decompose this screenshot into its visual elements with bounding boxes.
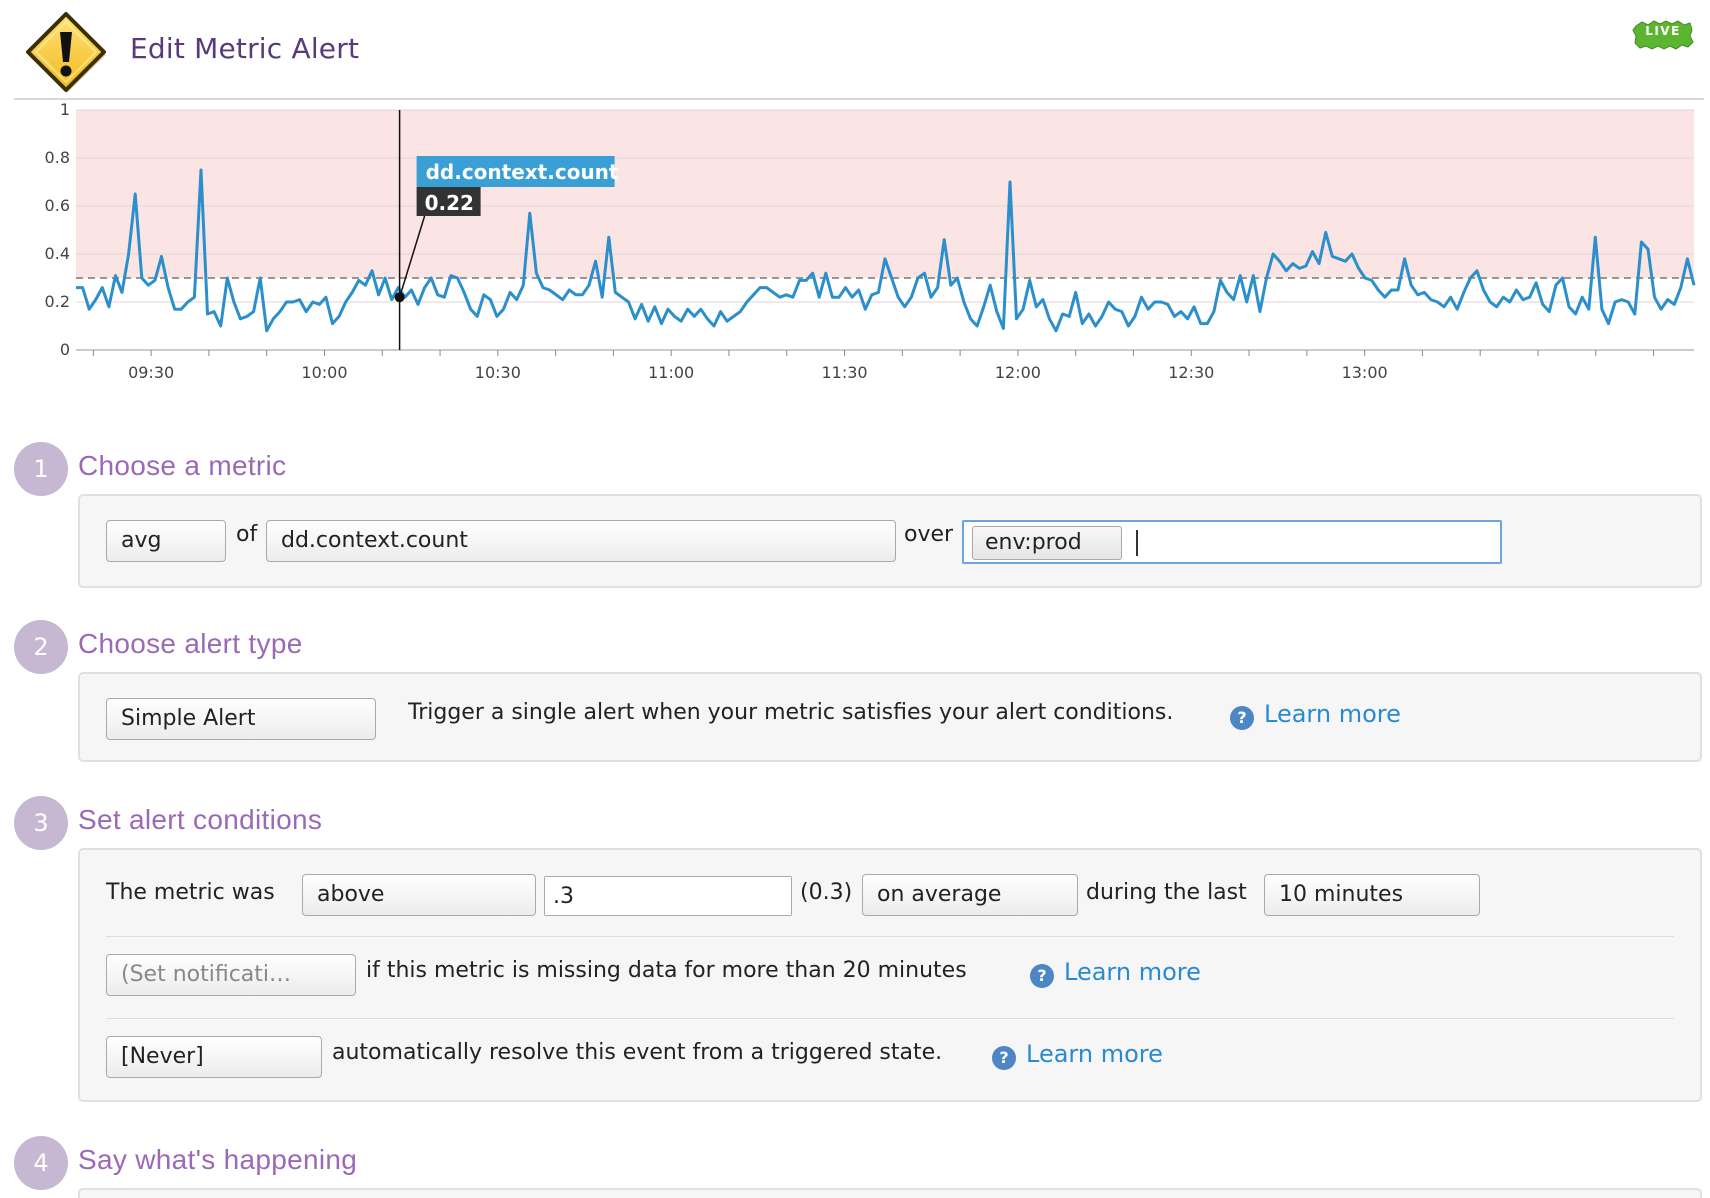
metric-chart[interactable]: 0 0.2 0.4 0.6 0.8 1 09:30 10:00 10:30 11:00 11:30 1… (0, 100, 1710, 410)
message-panel (78, 1188, 1702, 1198)
step-3-title: Set alert conditions (78, 804, 323, 835)
y-tick-label: 0.2 (45, 292, 70, 311)
alert-type-select[interactable]: Simple Alert (106, 698, 376, 740)
step-4-badge: 4 (14, 1136, 68, 1190)
metric-panel: avg of dd.context.count over env:prod (78, 494, 1702, 588)
comparator-select[interactable]: above (302, 874, 536, 916)
y-tick-label: 0.6 (45, 196, 70, 215)
metric-name-select[interactable]: dd.context.count (266, 520, 896, 562)
x-tick-label: 12:00 (995, 363, 1041, 382)
y-tick-label: 0.8 (45, 148, 70, 167)
step-4-title: Say what's happening (78, 1144, 358, 1175)
question-circle-icon[interactable]: ? (992, 1046, 1016, 1070)
auto-resolve-select[interactable]: [Never] (106, 1036, 322, 1078)
hover-series-label: dd.context.count (426, 160, 619, 184)
x-tick-label: 11:00 (648, 363, 694, 382)
x-tick-label: 12:30 (1168, 363, 1214, 382)
auto-resolve-learn-more-link[interactable]: Learn more (1026, 1040, 1163, 1068)
step-1-title: Choose a metric (78, 450, 287, 481)
step-2-title: Choose alert type (78, 628, 303, 659)
threshold-input[interactable]: .3 (544, 876, 792, 916)
x-tick-label: 09:30 (128, 363, 174, 382)
alert-region (76, 110, 1694, 278)
over-label: over (904, 522, 954, 547)
tag-chip-env-prod[interactable]: env:prod (972, 526, 1122, 560)
metric-was-label: The metric was (106, 880, 275, 905)
app-root: Edit Metric Alert LIVE 0 0.2 0.4 0.6 0.8 1 09:… (0, 0, 1710, 1198)
hover-point (394, 292, 405, 303)
y-tick-label: 0.4 (45, 244, 70, 263)
y-tick-label: 1 (60, 100, 70, 119)
question-circle-icon[interactable]: ? (1030, 964, 1054, 988)
conditions-panel: The metric was above .3 (0.3) on average… (78, 848, 1702, 1102)
x-tick-label: 10:30 (475, 363, 521, 382)
threshold-display: (0.3) (800, 880, 853, 905)
during-the-last-label: during the last (1086, 880, 1247, 905)
conditions-divider-2 (106, 1018, 1674, 1019)
y-tick-label: 0 (60, 340, 70, 359)
text-cursor (1136, 530, 1138, 556)
warning-icon (26, 12, 106, 93)
question-circle-icon[interactable]: ? (1230, 706, 1254, 730)
x-tick-label: 10:00 (301, 363, 347, 382)
alert-type-description: Trigger a single alert when your metric … (408, 700, 1174, 725)
no-data-learn-more-link[interactable]: Learn more (1064, 958, 1201, 986)
conditions-divider-1 (106, 936, 1674, 937)
chart-grid (76, 109, 1694, 351)
step-3-badge: 3 (14, 796, 68, 850)
step-2-badge: 2 (14, 620, 68, 674)
time-aggregation-select[interactable]: on average (862, 874, 1078, 916)
hover-value: 0.22 (425, 191, 474, 215)
auto-resolve-description: automatically resolve this event from a … (332, 1040, 943, 1065)
aggregation-select[interactable]: avg (106, 520, 226, 562)
page-title: Edit Metric Alert (130, 32, 360, 65)
alert-type-learn-more-link[interactable]: Learn more (1264, 700, 1401, 728)
live-badge-label: LIVE (1645, 24, 1681, 38)
alert-type-panel: Simple Alert Trigger a single alert when… (78, 672, 1702, 762)
of-label: of (236, 522, 258, 547)
x-tick-label: 13:00 (1342, 363, 1388, 382)
x-tick-label: 11:30 (821, 363, 867, 382)
step-1-badge: 1 (14, 442, 68, 496)
time-window-select[interactable]: 10 minutes (1264, 874, 1480, 916)
no-data-description: if this metric is missing data for more … (366, 958, 967, 983)
tag-input[interactable]: env:prod (962, 520, 1502, 564)
no-data-notify-select[interactable]: (Set notificati… (106, 954, 356, 996)
